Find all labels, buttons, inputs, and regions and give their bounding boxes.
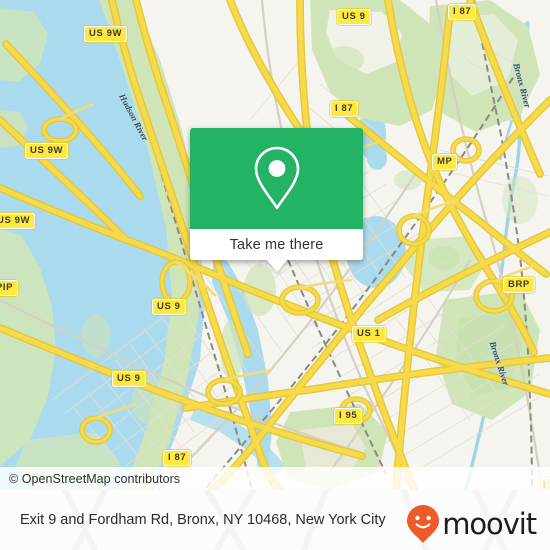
map-shield: US 9 bbox=[337, 9, 371, 25]
moovit-wordmark: moovit bbox=[442, 507, 537, 541]
map-shield: US 9W bbox=[0, 213, 36, 229]
moovit-pin-smiley-icon bbox=[407, 505, 440, 543]
map-shield: I 87 bbox=[448, 4, 477, 20]
moovit-map-screenshot: US 9W US 9 I 87 I 87 US 9W MP US 9W BRP … bbox=[0, 0, 550, 550]
map-shield: I 87 bbox=[163, 450, 192, 466]
map-canvas[interactable]: US 9W US 9 I 87 I 87 US 9W MP US 9W BRP … bbox=[0, 0, 550, 490]
map-pin-icon bbox=[254, 146, 299, 209]
map-shield: US 9 bbox=[152, 299, 186, 315]
address-label: Exit 9 and Fordham Rd, Bronx, NY 10468, … bbox=[20, 512, 386, 528]
popup-card-footer[interactable]: Take me there bbox=[190, 229, 363, 272]
map-shield: US 9W bbox=[84, 26, 128, 42]
map-shield: BRP bbox=[503, 277, 535, 293]
location-popup-card[interactable]: Take me there bbox=[190, 128, 363, 272]
popup-card-header bbox=[190, 128, 363, 229]
osm-attribution-text[interactable]: © OpenStreetMap contributors bbox=[0, 472, 180, 486]
map-shield: I 95 bbox=[334, 408, 363, 424]
map-shield: I 87 bbox=[330, 101, 359, 117]
map-attribution-bar: © OpenStreetMap contributors bbox=[0, 467, 550, 490]
map-shield: MP bbox=[432, 154, 458, 170]
map-shield: US 9W bbox=[25, 143, 69, 159]
map-shield: US 1 bbox=[352, 326, 386, 342]
take-me-there-button[interactable]: Take me there bbox=[230, 237, 324, 253]
moovit-logo[interactable]: moovit bbox=[406, 504, 537, 544]
bottom-info-bar: Exit 9 and Fordham Rd, Bronx, NY 10468, … bbox=[0, 490, 550, 550]
map-shield: PIP bbox=[0, 280, 19, 296]
map-shield: US 9 bbox=[112, 371, 146, 387]
popup-card-tail bbox=[265, 259, 288, 272]
